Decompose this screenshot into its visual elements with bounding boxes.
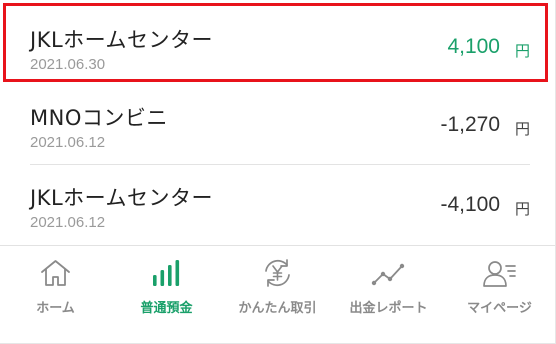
currency-unit: 円 <box>514 120 530 138</box>
tab-label: ホーム <box>36 301 75 316</box>
bar-chart-icon <box>153 260 180 286</box>
transaction-row[interactable]: JKLホームセンター 2021.06.30 4,100 円 <box>0 8 556 82</box>
bottom-tab-bar: ホーム 普通預金 かんたん取引 出金レポート マイページ <box>0 245 556 344</box>
tab-label: かんたん取引 <box>238 301 317 316</box>
merchant-name: JKLホームセンター <box>30 186 214 210</box>
transaction-date: 2021.06.30 <box>30 56 106 73</box>
line-graph-icon <box>371 263 405 286</box>
transaction-row[interactable]: MNOコンビニ 2021.06.12 -1,270 円 <box>0 86 556 160</box>
transaction-date: 2021.06.12 <box>30 134 106 151</box>
home-icon <box>41 260 70 286</box>
tab-home[interactable]: ホーム <box>0 246 111 344</box>
tab-label: 出金レポート <box>349 301 428 316</box>
transaction-row[interactable]: JKLホームセンター 2021.06.12 -4,100 円 <box>0 166 556 240</box>
transaction-amount: 4,100 <box>447 35 500 58</box>
tab-savings[interactable]: 普通預金 <box>111 246 222 344</box>
yen-exchange-icon <box>265 259 290 287</box>
transaction-amount: -1,270 <box>440 113 500 136</box>
user-list-icon <box>483 261 516 287</box>
merchant-name: JKLホームセンター <box>30 28 214 52</box>
tab-withdrawal-report[interactable]: 出金レポート <box>333 246 444 344</box>
transaction-list: JKLホームセンター 2021.06.30 4,100 円 MNOコンビニ 20… <box>0 0 556 245</box>
currency-unit: 円 <box>514 200 530 218</box>
row-divider <box>30 164 530 165</box>
currency-unit: 円 <box>514 42 530 60</box>
transaction-date: 2021.06.12 <box>30 214 106 231</box>
tab-my-page[interactable]: マイページ <box>444 246 555 344</box>
tab-easy-transaction[interactable]: かんたん取引 <box>222 246 333 344</box>
tab-label: 普通預金 <box>140 301 193 316</box>
tab-label: マイページ <box>467 301 532 316</box>
transaction-amount: -4,100 <box>440 193 500 216</box>
merchant-name: MNOコンビニ <box>30 106 168 130</box>
